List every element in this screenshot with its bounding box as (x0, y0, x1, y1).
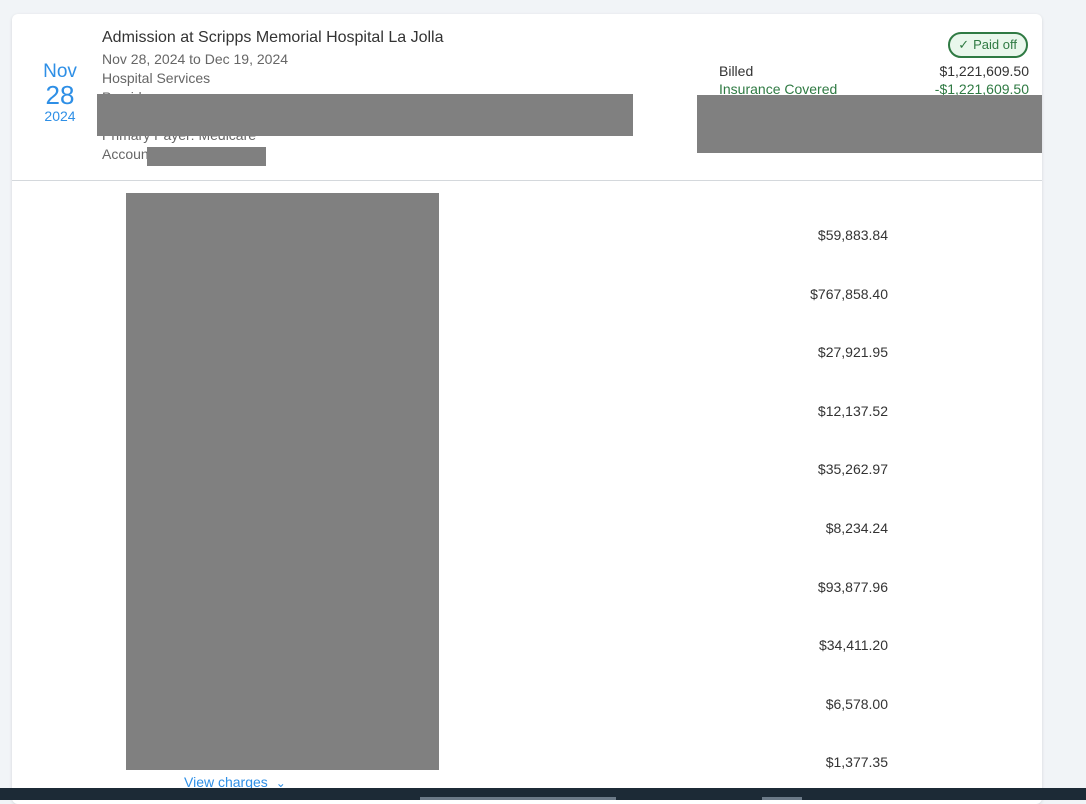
charge-amount: $93,877.96 (817, 578, 888, 595)
billed-value: $1,221,609.50 (939, 63, 1029, 79)
charge-amount: $6,578.00 (825, 695, 888, 712)
checkmark-icon: ✓ (958, 37, 970, 52)
charge-amount: $767,858.40 (810, 285, 888, 302)
charge-amount: $8,234.24 (825, 519, 888, 536)
redaction-box (126, 193, 439, 770)
visit-date-range: Nov 28, 2024 to Dec 19, 2024 (102, 51, 289, 67)
visit-account-label: Accoun (102, 146, 149, 162)
visit-title: Admission at Scripps Memorial Hospital L… (102, 29, 444, 46)
visit-year: 2024 (44, 108, 76, 124)
visit-date: Nov 28 2024 (40, 61, 80, 125)
charge-amount: $59,883.84 (817, 227, 888, 243)
charge-amount: $27,921.95 (817, 344, 888, 361)
visit-service: Hospital Services (102, 70, 211, 86)
redaction-box (697, 95, 1042, 153)
status-badge: ✓ Paid off (948, 32, 1028, 58)
section-divider (12, 180, 1042, 181)
charge-amount: $34,411.20 (818, 637, 888, 654)
charge-amount: $12,137.52 (817, 402, 888, 419)
charges-list: $59,883.84 $767,858.40 $27,921.95 $12,13… (810, 227, 888, 804)
status-label: Paid off (973, 37, 1017, 52)
redaction-box (147, 147, 266, 166)
redaction-box (97, 94, 633, 136)
visit-card: Nov 28 2024 Admission at Scripps Memoria… (12, 14, 1042, 804)
visit-day: 28 (45, 80, 75, 110)
visit-month: Nov (43, 61, 77, 82)
charge-amount: $35,262.97 (817, 461, 888, 478)
billed-label: Billed (719, 63, 754, 79)
